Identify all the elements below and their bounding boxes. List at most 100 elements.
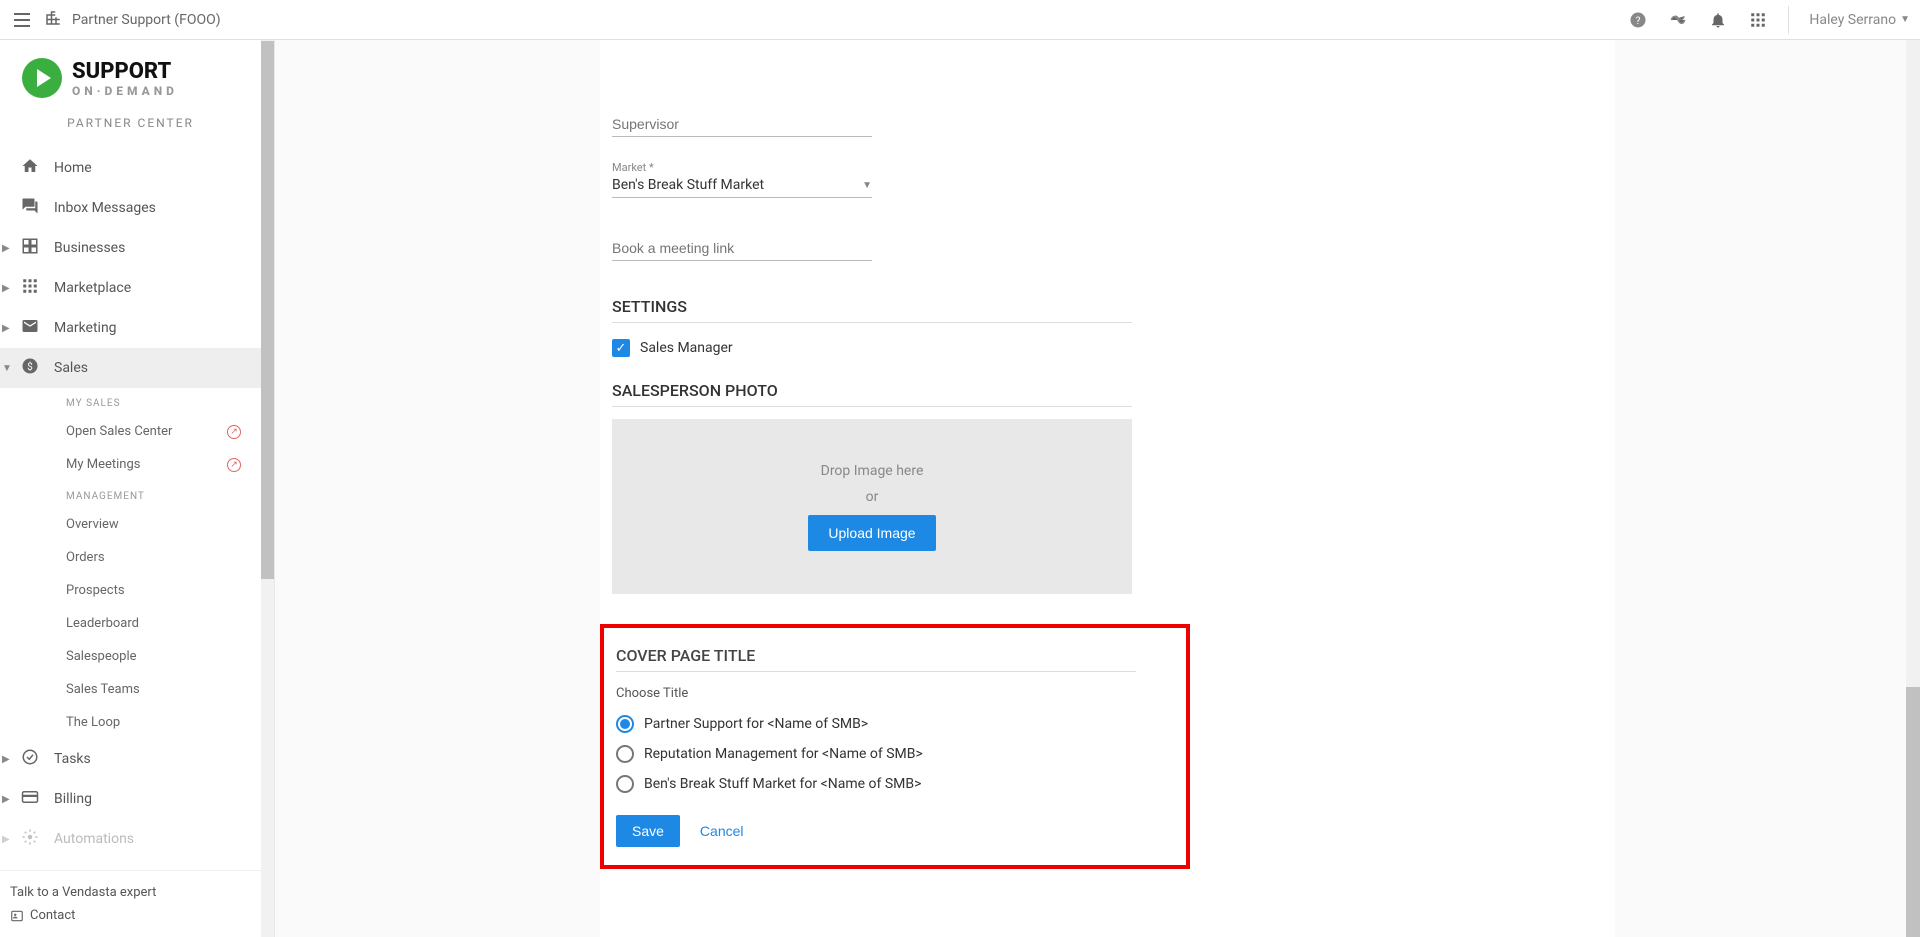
expand-icon: ▶ — [2, 243, 10, 254]
radio-label: Partner Support for <Name of SMB> — [644, 716, 868, 732]
nav-subhead-management: MANAGEMENT — [0, 481, 261, 508]
book-link-field[interactable] — [612, 234, 872, 261]
nav-leaderboard[interactable]: Leaderboard — [0, 607, 261, 640]
tasks-icon — [20, 748, 40, 770]
nav-label: The Loop — [66, 715, 120, 730]
radio-option-3[interactable]: Ben's Break Stuff Market for <Name of SM… — [616, 775, 1174, 793]
radio-icon[interactable] — [616, 775, 634, 793]
external-icon — [227, 458, 241, 472]
nav-label: Orders — [66, 550, 105, 565]
user-name: Haley Serrano — [1809, 12, 1896, 28]
caret-down-icon: ▼ — [1900, 14, 1910, 25]
nav-my-meetings[interactable]: My Meetings — [0, 448, 261, 481]
nav-businesses[interactable]: ▶ Businesses — [0, 228, 261, 268]
nav-tasks[interactable]: ▶ Tasks — [0, 739, 261, 779]
expand-icon: ▶ — [2, 323, 10, 334]
logo-block: SUPPORT ON·DEMAND — [0, 40, 261, 106]
nav-salespeople[interactable]: Salespeople — [0, 640, 261, 673]
market-field[interactable]: Market * Ben's Break Stuff Market ▼ — [612, 173, 872, 198]
nav-label: Open Sales Center — [66, 424, 172, 439]
nav-overview[interactable]: Overview — [0, 508, 261, 541]
sidebar: SUPPORT ON·DEMAND PARTNER CENTER Home In… — [0, 40, 261, 937]
drop-or: or — [866, 489, 879, 505]
form-page: Market * Ben's Break Stuff Market ▼ SETT… — [600, 40, 1615, 937]
nav-billing[interactable]: ▶ Billing — [0, 779, 261, 819]
nav-sales[interactable]: ▼ $ Sales — [0, 348, 261, 388]
user-menu[interactable]: Haley Serrano ▼ — [1809, 12, 1910, 28]
content-scrollbar[interactable] — [1906, 40, 1920, 937]
expand-icon: ▼ — [2, 363, 12, 374]
nav-label: Sales Teams — [66, 682, 140, 697]
external-icon — [227, 425, 241, 439]
cover-page-highlight: COVER PAGE TITLE Choose Title Partner Su… — [600, 624, 1190, 869]
nav-prospects[interactable]: Prospects — [0, 574, 261, 607]
chevron-down-icon: ▼ — [862, 180, 872, 191]
nav-automations[interactable]: ▶ Automations — [0, 819, 261, 859]
supervisor-input[interactable] — [612, 110, 872, 137]
market-value: Ben's Break Stuff Market — [612, 177, 764, 193]
topbar: Partner Support (FOOO) ? Haley Serrano ▼ — [0, 0, 1920, 40]
nav-label: Overview — [66, 517, 119, 532]
help-icon[interactable]: ? — [1628, 10, 1648, 30]
nav-marketplace[interactable]: ▶ Marketplace — [0, 268, 261, 308]
building-icon — [44, 9, 62, 31]
footer-contact[interactable]: Contact — [10, 904, 251, 927]
sales-manager-row[interactable]: ✓ Sales Manager — [612, 339, 1132, 357]
sales-icon: $ — [20, 357, 40, 379]
expand-icon: ▶ — [2, 834, 10, 845]
businesses-icon — [20, 237, 40, 259]
contact-icon — [10, 909, 24, 923]
nav: Home Inbox Messages ▶ Businesses ▶ Marke… — [0, 148, 261, 870]
marketplace-icon — [20, 277, 40, 299]
loop-icon[interactable] — [1668, 10, 1688, 30]
photo-dropzone[interactable]: Drop Image here or Upload Image — [612, 419, 1132, 594]
radio-icon[interactable] — [616, 745, 634, 763]
nav-label: Marketplace — [54, 280, 131, 296]
nav-label: Businesses — [54, 240, 125, 256]
radio-icon[interactable] — [616, 715, 634, 733]
nav-sales-teams[interactable]: Sales Teams — [0, 673, 261, 706]
nav-label: Salespeople — [66, 649, 137, 664]
save-button[interactable]: Save — [616, 815, 680, 847]
nav-label: Home — [54, 160, 92, 176]
choose-title-label: Choose Title — [616, 686, 1174, 701]
main-wrap: SUPPORT ON·DEMAND PARTNER CENTER Home In… — [0, 40, 1920, 937]
bell-icon[interactable] — [1708, 10, 1728, 30]
nav-orders[interactable]: Orders — [0, 541, 261, 574]
supervisor-field[interactable] — [612, 110, 872, 137]
nav-marketing[interactable]: ▶ Marketing — [0, 308, 261, 348]
billing-icon — [20, 788, 40, 810]
nav-open-sales-center[interactable]: Open Sales Center — [0, 415, 261, 448]
radio-label: Reputation Management for <Name of SMB> — [644, 746, 923, 762]
nav-label: Leaderboard — [66, 616, 139, 631]
market-select[interactable]: Ben's Break Stuff Market ▼ — [612, 173, 872, 198]
nav-label: Automations — [54, 831, 134, 847]
expand-icon: ▶ — [2, 754, 10, 765]
partner-center-label: PARTNER CENTER — [0, 106, 261, 148]
page-title: Partner Support (FOOO) — [72, 12, 221, 28]
sales-manager-checkbox[interactable]: ✓ — [612, 339, 630, 357]
nav-label: Sales — [54, 360, 88, 376]
apps-icon[interactable] — [1748, 10, 1768, 30]
cancel-button[interactable]: Cancel — [700, 823, 744, 839]
nav-home[interactable]: Home — [0, 148, 261, 188]
marketing-icon — [20, 317, 40, 339]
expand-icon: ▶ — [2, 794, 10, 805]
nav-label: My Meetings — [66, 457, 140, 472]
footer-expert[interactable]: Talk to a Vendasta expert — [10, 881, 251, 904]
content: Market * Ben's Break Stuff Market ▼ SETT… — [275, 40, 1920, 937]
sidebar-footer: Talk to a Vendasta expert Contact — [0, 870, 261, 937]
nav-the-loop[interactable]: The Loop — [0, 706, 261, 739]
menu-icon[interactable] — [10, 8, 34, 32]
book-link-input[interactable] — [612, 234, 872, 261]
settings-heading: SETTINGS — [612, 297, 1132, 323]
nav-inbox[interactable]: Inbox Messages — [0, 188, 261, 228]
sidebar-container: SUPPORT ON·DEMAND PARTNER CENTER Home In… — [0, 40, 275, 937]
nav-label: Prospects — [66, 583, 125, 598]
upload-image-button[interactable]: Upload Image — [808, 515, 935, 551]
nav-label: Tasks — [54, 751, 91, 767]
radio-option-1[interactable]: Partner Support for <Name of SMB> — [616, 715, 1174, 733]
sidebar-scrollbar[interactable] — [261, 40, 274, 937]
inbox-icon — [20, 197, 40, 219]
radio-option-2[interactable]: Reputation Management for <Name of SMB> — [616, 745, 1174, 763]
